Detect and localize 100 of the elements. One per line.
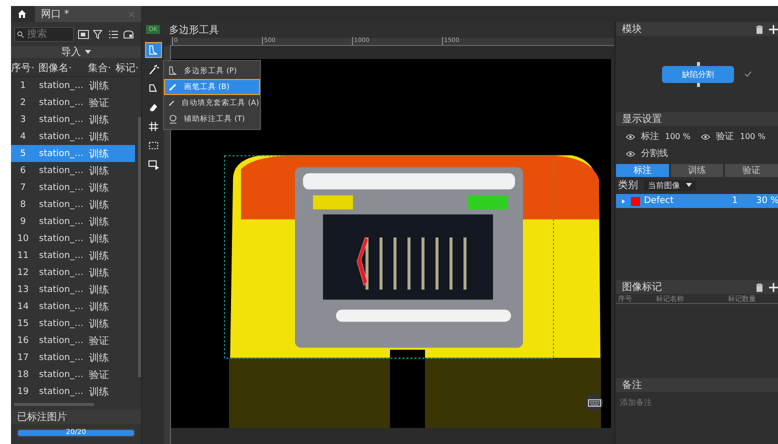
search-field[interactable]: 搜索 — [14, 26, 74, 42]
table-cell-text: 训练 — [88, 182, 110, 194]
table-cell-text: station_… — [38, 166, 84, 176]
caret-icon — [686, 183, 692, 187]
filter-icon[interactable] — [93, 30, 104, 38]
scrollbar[interactable] — [138, 117, 141, 377]
tab[interactable]: 验证 — [725, 164, 778, 177]
list-icon[interactable] — [108, 30, 119, 38]
table-cell-text: 5 — [19, 148, 27, 158]
table-cell-text: 7 — [19, 182, 27, 192]
defect-annotation[interactable] — [356, 237, 368, 286]
class-row[interactable]: Defect 1 30 % — [616, 194, 778, 208]
image-row[interactable]: 16 station_… 验证 — [11, 332, 135, 349]
table-cell-text: station_… — [38, 216, 84, 226]
image-row[interactable]: 6 station_… 训练 — [11, 162, 135, 179]
class-count: 1 — [732, 196, 739, 206]
table-cell-text: 8 — [19, 200, 27, 210]
column-header[interactable]: 标记· — [115, 61, 141, 75]
grid-icon — [148, 120, 158, 132]
table-cell-text: 16 — [16, 336, 30, 346]
image-row[interactable]: 18 station_… 验证 — [11, 366, 135, 383]
table-cell-text: 验证 — [88, 334, 110, 348]
image-row[interactable]: 8 station_… 训练 — [11, 196, 135, 213]
search-icon — [17, 30, 24, 38]
image-row[interactable]: 5 station_… 训练 — [11, 145, 135, 162]
table-cell-text: station_… — [38, 132, 84, 142]
table-cell-text: 训练 — [88, 300, 110, 314]
plus-icon[interactable] — [769, 282, 778, 292]
wand-icon — [148, 64, 158, 74]
tab[interactable]: 标注 — [616, 164, 669, 177]
trash-icon[interactable] — [755, 282, 764, 292]
image-row[interactable]: 11 station_… 训练 — [11, 247, 135, 264]
image-row[interactable]: 3 station_… 训练 — [11, 111, 135, 128]
image-row[interactable]: 1 station_… 训练 — [11, 77, 135, 94]
table-cell-text: 训练 — [88, 250, 110, 262]
table-cell-text: 训练 — [88, 114, 110, 126]
table-cell-text: 训练 — [88, 216, 110, 228]
table-cell-text: 1 — [19, 80, 27, 90]
eye-icon[interactable] — [626, 150, 635, 156]
table-cell-text: 训练 — [88, 164, 110, 178]
image-row[interactable]: 2 station_… 验证 — [11, 94, 135, 111]
column-header[interactable]: 集合· — [84, 61, 116, 75]
trash-icon[interactable] — [755, 24, 764, 34]
image-row[interactable]: 14 station_… 训练 — [11, 298, 135, 315]
table-cell-text: station_… — [38, 386, 84, 396]
polygon-icon — [168, 66, 178, 76]
table-cell-text: station_… — [38, 234, 84, 244]
scope-dropdown[interactable]: 当前图像 — [644, 180, 696, 190]
plus-icon[interactable] — [769, 24, 778, 34]
eraser-icon — [148, 102, 158, 112]
table-cell-text: 训练 — [88, 352, 110, 364]
tool-button[interactable] — [144, 42, 162, 58]
image-row[interactable]: 15 station_… 训练 — [11, 315, 135, 332]
table-cell-text: 6 — [19, 166, 27, 176]
image-row[interactable]: 17 station_… 训练 — [11, 349, 135, 366]
table-cell-text: 14 — [16, 302, 30, 312]
lens-icon — [168, 114, 178, 124]
column-header[interactable]: 序号· — [11, 61, 35, 75]
panel-title: 图像标记 — [622, 280, 662, 294]
caret-icon — [85, 50, 91, 54]
notes-field[interactable]: 添加备注 — [620, 398, 720, 407]
table-cell-text: 4 — [19, 132, 27, 142]
image-row[interactable]: 13 station_… 训练 — [11, 281, 135, 298]
tab[interactable]: 训练 — [670, 164, 724, 177]
table-cell-text: station_… — [38, 148, 84, 158]
toggle-label: 验证 — [716, 130, 734, 143]
table-cell-text: station_… — [38, 98, 84, 108]
table-cell-text: station_… — [38, 318, 84, 328]
column-header[interactable]: 图像名· — [34, 61, 84, 75]
opacity-value: 100 % — [665, 132, 690, 141]
panel-title: 模块 — [622, 22, 642, 36]
expand-icon[interactable] — [622, 198, 625, 204]
import-button[interactable]: 导入 — [11, 46, 141, 58]
eye-icon[interactable] — [701, 134, 710, 140]
image-row[interactable]: 4 station_… 训练 — [11, 128, 135, 145]
image-row[interactable]: 10 station_… 训练 — [11, 230, 135, 247]
canvas-title: 多边形工具 — [169, 24, 219, 37]
image-row[interactable]: 9 station_… 训练 — [11, 213, 135, 230]
bounding-box[interactable] — [224, 155, 554, 359]
image-row[interactable]: 12 station_… 训练 — [11, 264, 135, 281]
table-cell-text: station_… — [38, 200, 84, 210]
table-cell-text: station_… — [38, 336, 84, 346]
document-tab[interactable]: 网口 * — [35, 6, 141, 22]
table-cell-text: 3 — [19, 114, 27, 124]
image-row[interactable]: 19 station_… 训练 — [11, 383, 135, 400]
table-cell-text: station_… — [38, 80, 84, 90]
table-cell-text: 训练 — [88, 198, 110, 212]
table-cell-text: station_… — [38, 250, 84, 260]
eye-icon[interactable] — [626, 134, 635, 140]
scrollbar[interactable] — [14, 403, 94, 406]
table-cell-text: 15 — [16, 318, 30, 328]
table-cell-text: 19 — [16, 386, 30, 396]
table-cell-text: 训练 — [88, 130, 110, 144]
image-icon[interactable] — [78, 30, 89, 38]
table-cell-text: station_… — [38, 352, 84, 362]
table-cell-text: 训练 — [88, 148, 110, 160]
home-icon[interactable] — [17, 9, 27, 19]
image-row[interactable]: 7 station_… 训练 — [11, 179, 135, 196]
table-cell-text: station_… — [38, 302, 84, 312]
table-cell-text: 训练 — [88, 284, 110, 296]
